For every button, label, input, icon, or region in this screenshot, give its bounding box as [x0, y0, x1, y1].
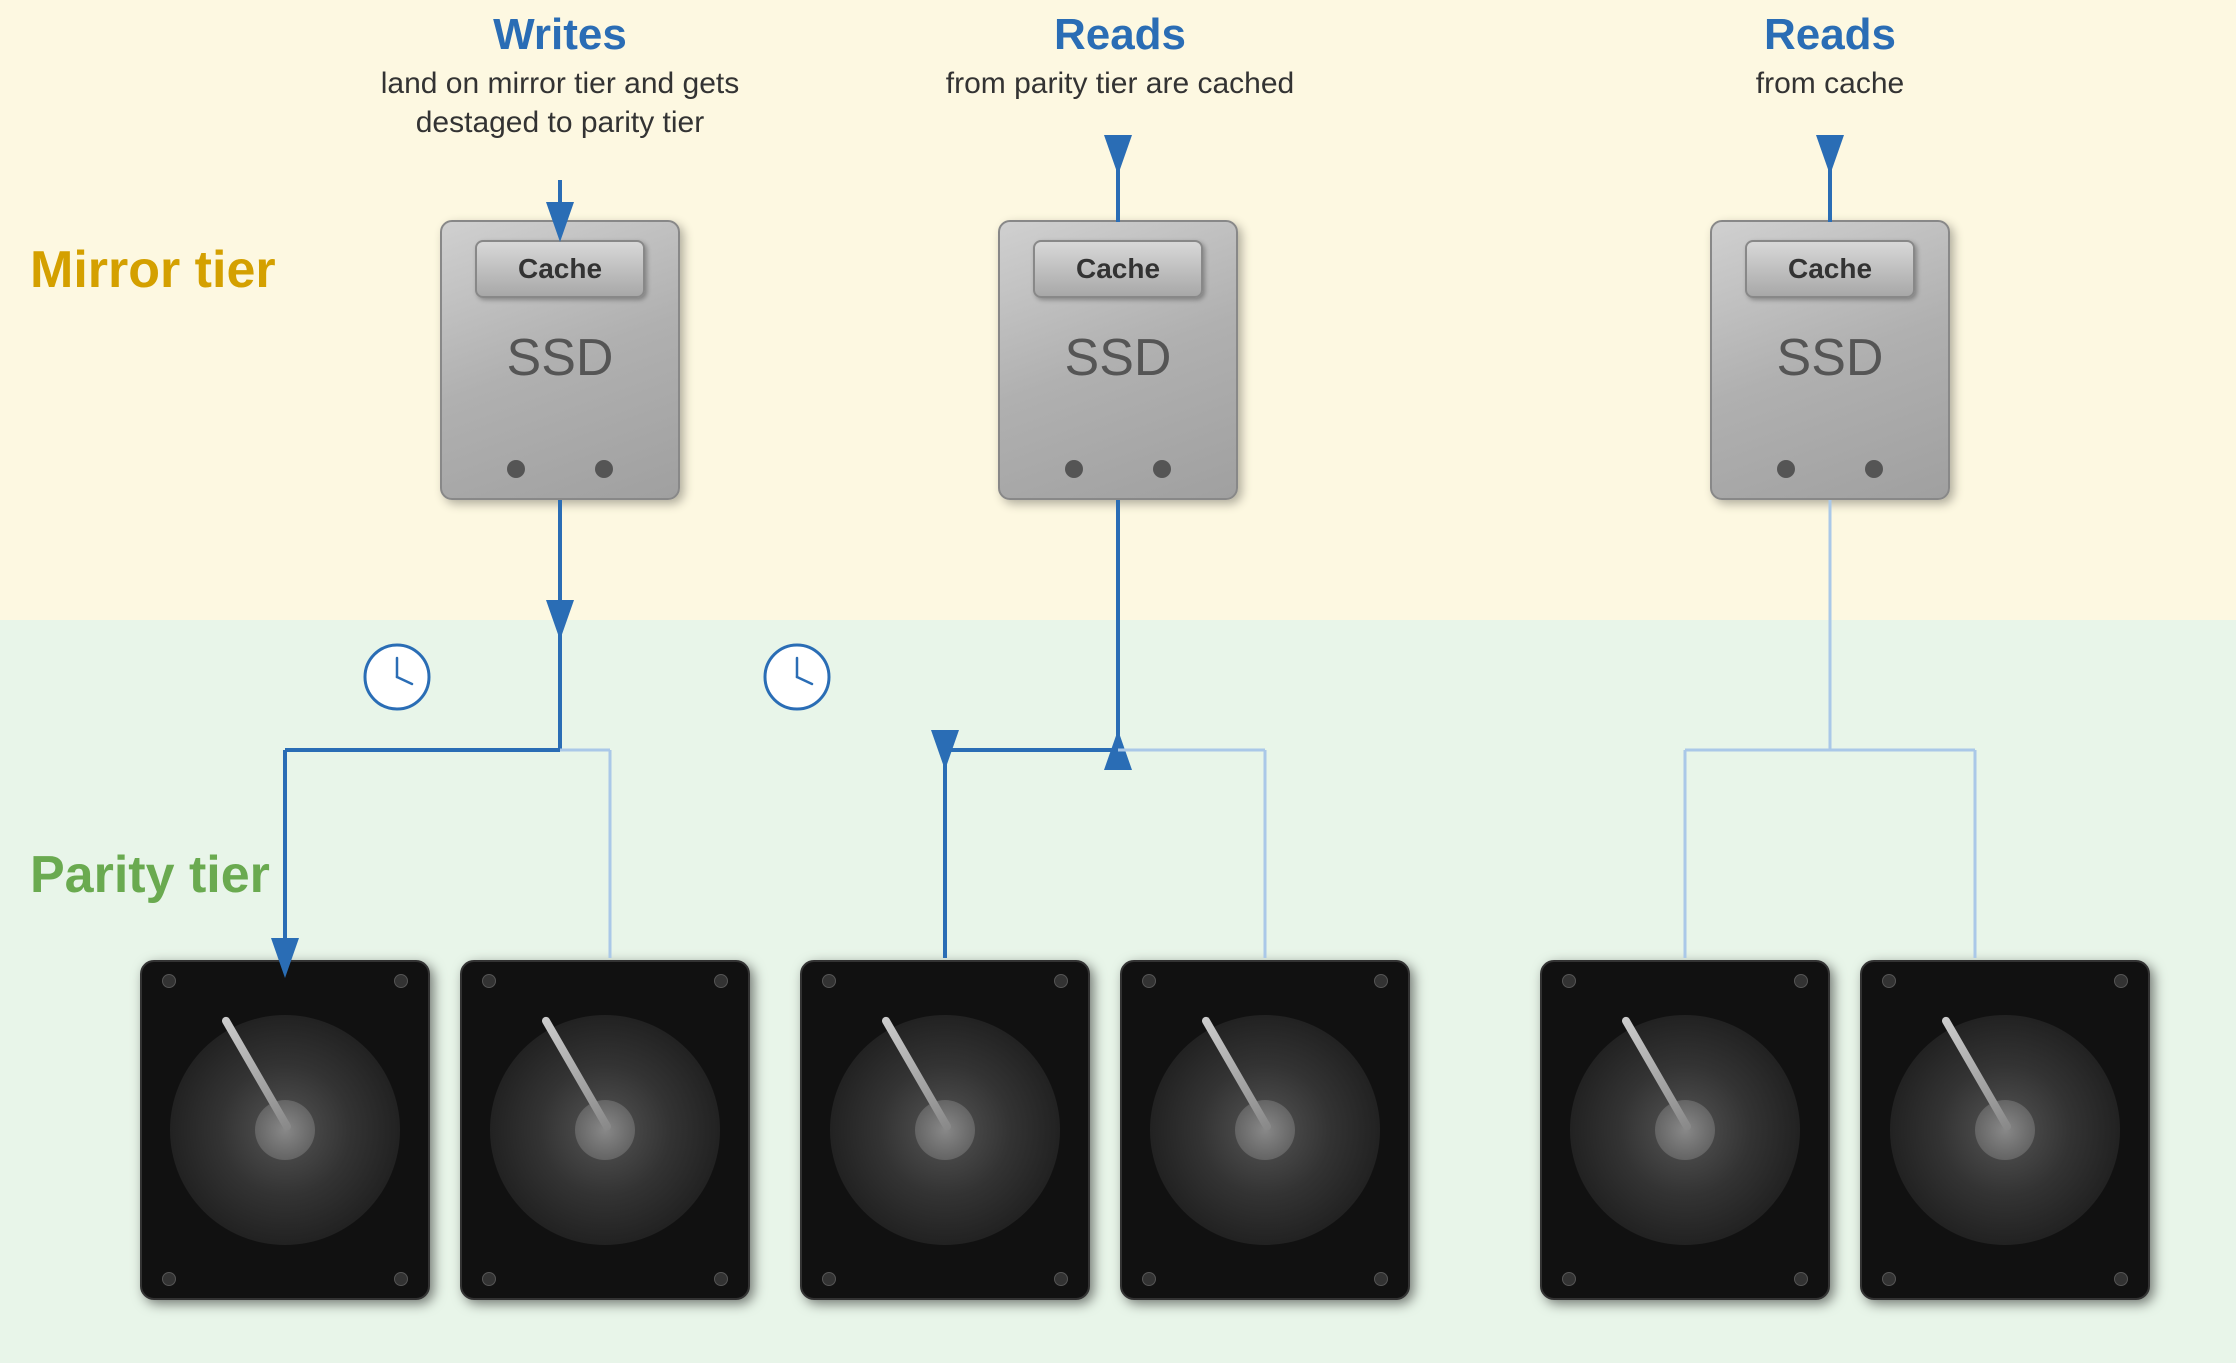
ssd-dot-left-1 [507, 460, 525, 478]
hdd-dots-bottom-3 [802, 1272, 1088, 1286]
diagram-container: Mirror tier Parity tier Writes land on m… [0, 0, 2236, 1363]
ssd-dot-right-2 [1153, 460, 1171, 478]
hdd-unit-6 [1860, 960, 2150, 1300]
hdd-unit-5 [1540, 960, 1830, 1300]
writes-column-header: Writes land on mirror tier and gets dest… [360, 10, 760, 142]
ssd-dot-right-1 [595, 460, 613, 478]
ssd-body-3: Cache SSD [1710, 220, 1950, 500]
ssd-unit-2: Cache SSD [998, 220, 1238, 500]
hdd-body-5 [1540, 960, 1830, 1300]
hdd-body-3 [800, 960, 1090, 1300]
hdd-unit-2 [460, 960, 750, 1300]
hdd-dots-bottom-5 [1542, 1272, 1828, 1286]
reads-parity-column-header: Reads from parity tier are cached [900, 10, 1340, 103]
hdd-unit-4 [1120, 960, 1410, 1300]
ssd-unit-1: Cache SSD [440, 220, 680, 500]
ssd-body-2: Cache SSD [998, 220, 1238, 500]
hdd-dots-top-5 [1542, 974, 1828, 988]
ssd-body-1: Cache SSD [440, 220, 680, 500]
hdd-disk-2 [490, 1015, 720, 1245]
reads-cache-column-header: Reads from cache [1640, 10, 2020, 103]
hdd-dots-bottom-1 [142, 1272, 428, 1286]
hdd-unit-3 [800, 960, 1090, 1300]
clock-icon-1 [360, 640, 435, 715]
hdd-unit-1 [140, 960, 430, 1300]
hdd-dots-bottom-4 [1122, 1272, 1408, 1286]
hdd-dots-top-4 [1122, 974, 1408, 988]
ssd-dot-left-3 [1777, 460, 1795, 478]
ssd-label-3: SSD [1777, 328, 1884, 388]
hdd-dots-bottom-6 [1862, 1272, 2148, 1286]
ssd-dot-right-3 [1865, 460, 1883, 478]
hdd-disk-4 [1150, 1015, 1380, 1245]
hdd-body-1 [140, 960, 430, 1300]
cache-button-3: Cache [1745, 240, 1915, 298]
clock-icon-2 [760, 640, 835, 715]
hdd-dots-bottom-2 [462, 1272, 748, 1286]
ssd-dots-3 [1712, 460, 1948, 478]
hdd-body-2 [460, 960, 750, 1300]
ssd-dot-left-2 [1065, 460, 1083, 478]
hdd-dots-top-2 [462, 974, 748, 988]
ssd-label-1: SSD [507, 328, 614, 388]
hdd-disk-3 [830, 1015, 1060, 1245]
hdd-dots-top-6 [1862, 974, 2148, 988]
hdd-body-6 [1860, 960, 2150, 1300]
mirror-tier-label: Mirror tier [30, 240, 276, 300]
writes-title: Writes [360, 10, 760, 60]
hdd-disk-6 [1890, 1015, 2120, 1245]
reads-cache-title: Reads [1640, 10, 2020, 60]
hdd-disk-5 [1570, 1015, 1800, 1245]
hdd-dots-top-3 [802, 974, 1088, 988]
reads-parity-title: Reads [900, 10, 1340, 60]
hdd-body-4 [1120, 960, 1410, 1300]
parity-tier-label: Parity tier [30, 845, 270, 905]
reads-cache-subtitle: from cache [1640, 64, 2020, 103]
ssd-unit-3: Cache SSD [1710, 220, 1950, 500]
reads-parity-subtitle: from parity tier are cached [900, 64, 1340, 103]
hdd-dots-top-1 [142, 974, 428, 988]
hdd-disk-1 [170, 1015, 400, 1245]
ssd-label-2: SSD [1065, 328, 1172, 388]
cache-button-1: Cache [475, 240, 645, 298]
ssd-dots-2 [1000, 460, 1236, 478]
cache-button-2: Cache [1033, 240, 1203, 298]
ssd-dots-1 [442, 460, 678, 478]
writes-subtitle: land on mirror tier and gets destaged to… [360, 64, 760, 142]
